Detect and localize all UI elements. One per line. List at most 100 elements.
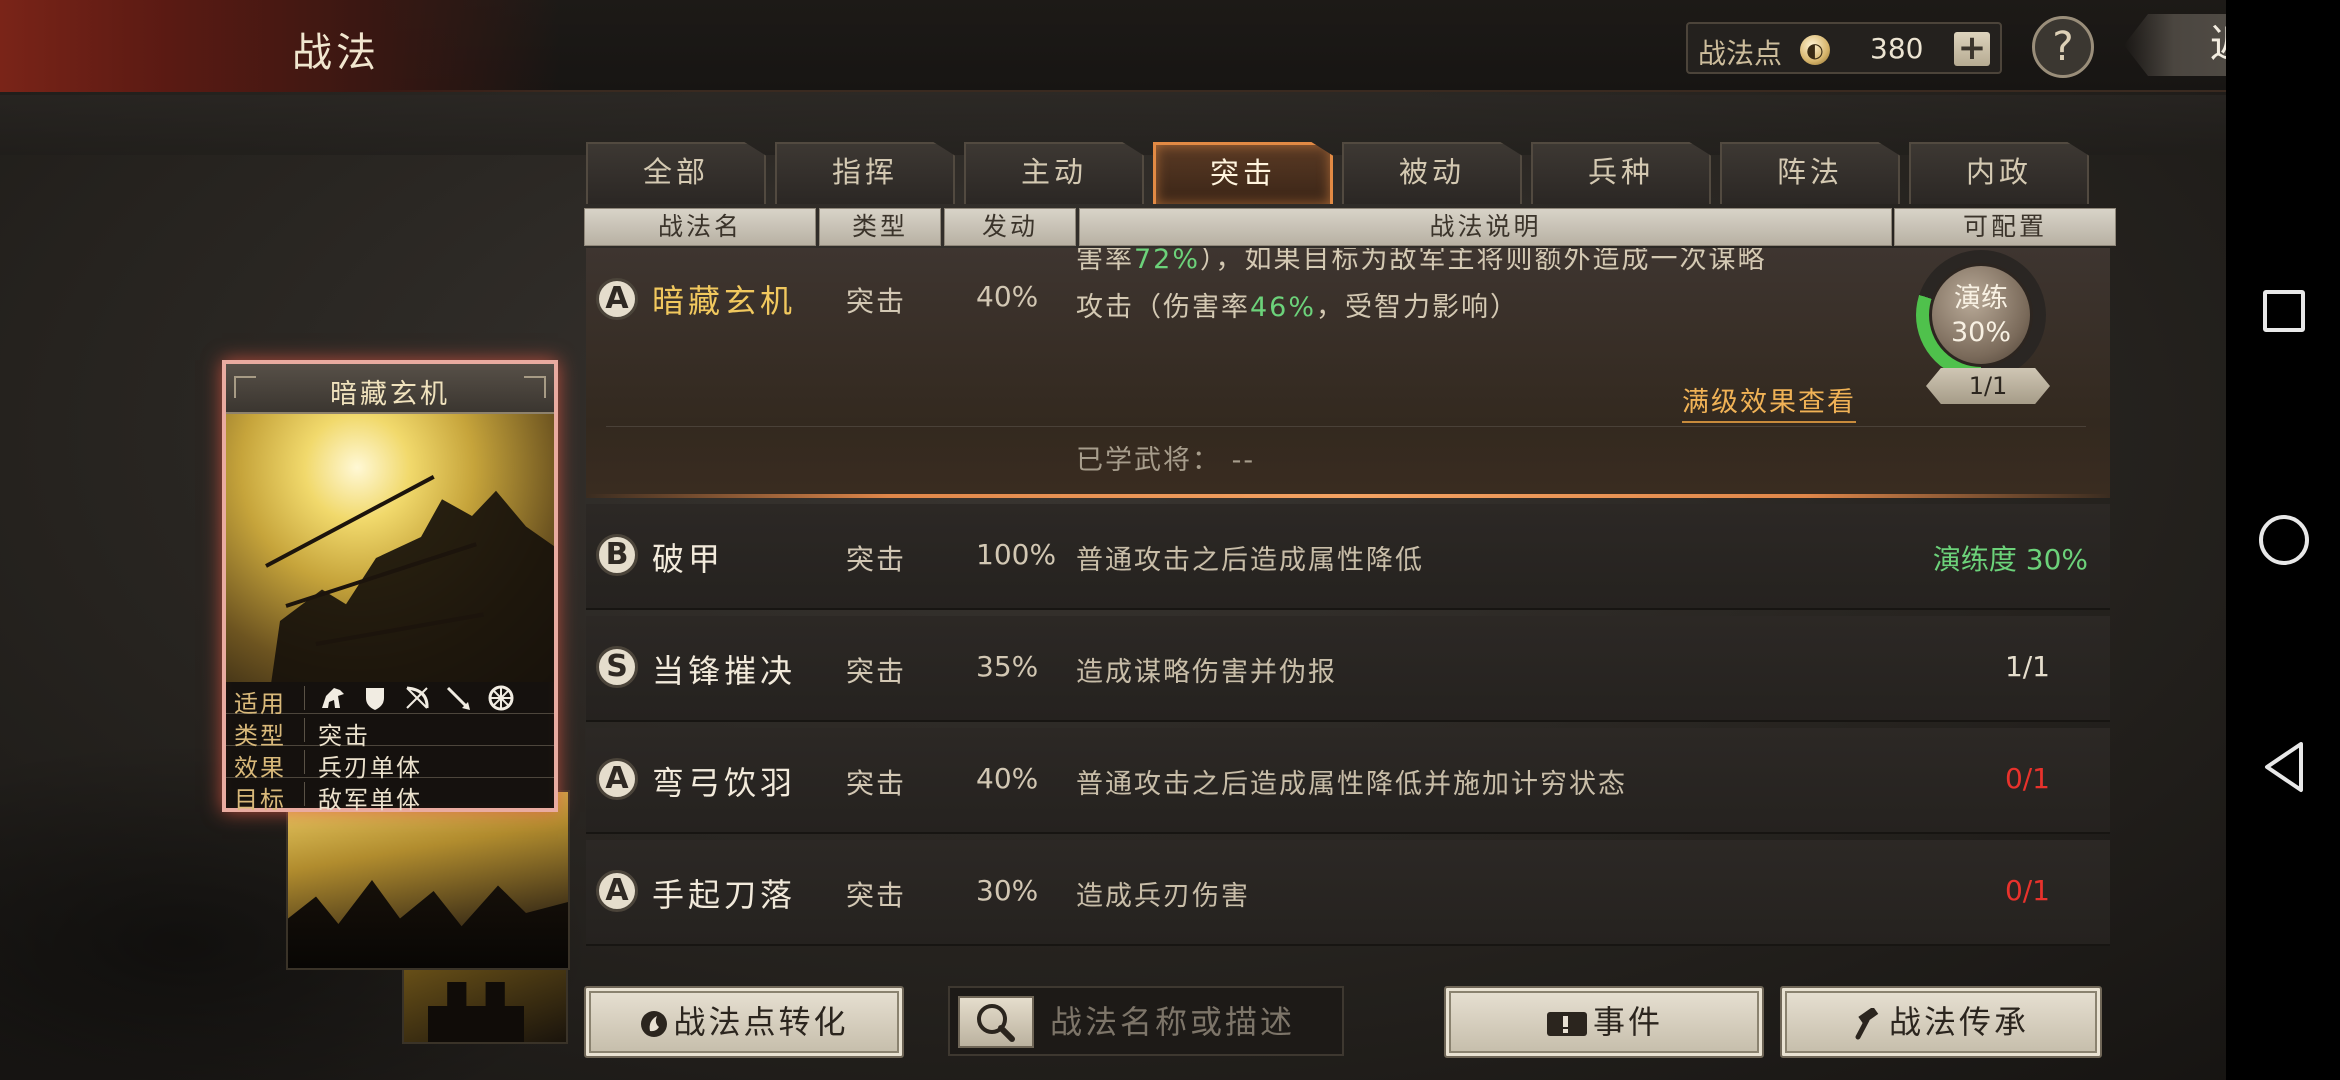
skill-description: 造成谋略伤害并伪报 xyxy=(1076,657,1337,688)
config-count: 1/1 xyxy=(1926,368,2050,404)
skill-type: 突击 xyxy=(846,655,907,688)
description-text: ），如果目标为敌军主将则额外造成一次谋略 xyxy=(1200,248,1767,275)
tactic-points-display: 战法点 ◐ 380 + xyxy=(1686,22,2002,74)
damage-rate-value: 46% xyxy=(1250,292,1317,323)
skill-description: 普通攻击之后造成属性降低 xyxy=(1076,545,1424,576)
stat-row-effect: 效果 兵刃单体 xyxy=(226,746,554,782)
skill-name: 手起刀落 xyxy=(652,876,797,914)
train-label: 演练 xyxy=(1954,283,2008,314)
search-box xyxy=(948,986,1344,1056)
skill-config-status: 0/1 xyxy=(2004,762,2050,795)
stacked-card-middle xyxy=(286,790,570,970)
tactic-points-value: 380 xyxy=(1870,32,1924,65)
convert-points-button[interactable]: 战法点转化 xyxy=(584,986,904,1058)
stat-key: 目标 xyxy=(234,786,286,814)
card-skill-name: 暗藏玄机 xyxy=(330,379,450,410)
column-header-name[interactable]: 战法名 xyxy=(584,208,816,246)
skill-name: 弯弓饮羽 xyxy=(652,764,797,802)
learned-label: 已学武将： xyxy=(1076,445,1221,476)
train-button[interactable]: 演练 30% xyxy=(1929,263,2033,367)
stat-value: 敌军单体 xyxy=(318,786,422,814)
add-points-button[interactable]: + xyxy=(1954,31,1990,66)
home-icon[interactable] xyxy=(2259,515,2309,565)
skill-config-status: 1/1 xyxy=(2004,650,2050,683)
card-stats: 适用 类型 突击 效果 兵刃单体 目标 敌军单体 xyxy=(226,682,554,814)
tactic-points-label: 战法点 xyxy=(1698,37,1783,70)
skill-name: 破甲 xyxy=(652,540,725,578)
tab-active[interactable]: 主动 xyxy=(964,142,1144,204)
search-input[interactable] xyxy=(1050,998,1330,1046)
skill-row[interactable]: A 弯弓饮羽 突击 40% 普通攻击之后造成属性降低并施加计穷状态 0/1 xyxy=(586,728,2110,834)
skill-type: 突击 xyxy=(846,285,907,318)
skill-name: 暗藏玄机 xyxy=(652,282,797,320)
learned-value: -- xyxy=(1231,445,1256,476)
train-percent: 30% xyxy=(1950,317,2011,348)
card-corner-ornament xyxy=(524,376,546,398)
top-bar: 战法 战法点 ◐ 380 + ? 返回 xyxy=(0,0,2324,92)
skill-name: 当锋摧决 xyxy=(652,652,797,690)
skill-trigger-rate: 40% xyxy=(976,762,1039,795)
skill-description: 普通攻击之后造成属性降低并施加计穷状态 xyxy=(1076,769,1627,800)
events-button[interactable]: 事件 xyxy=(1444,986,1764,1058)
row-divider xyxy=(606,426,2086,427)
skill-config-status: 演练度 30% xyxy=(1932,543,2088,576)
grade-badge: A xyxy=(596,278,638,320)
learned-generals: 已学武将： -- xyxy=(1076,438,1255,477)
skill-row[interactable]: B 破甲 突击 100% 普通攻击之后造成属性降低 演练度 30% xyxy=(586,504,2110,610)
system-nav-bar xyxy=(2226,0,2340,1080)
column-header-trigger[interactable]: 发动 xyxy=(944,208,1076,246)
skill-type: 突击 xyxy=(846,879,907,912)
skill-type: 突击 xyxy=(846,767,907,800)
tab-troop-type[interactable]: 兵种 xyxy=(1531,142,1711,204)
search-button[interactable] xyxy=(958,996,1034,1048)
stat-row-type: 类型 突击 xyxy=(226,714,554,750)
tab-formation[interactable]: 阵法 xyxy=(1720,142,1900,204)
skill-config-status: 0/1 xyxy=(2004,874,2050,907)
tactic-point-coin-icon: ◐ xyxy=(1800,35,1830,65)
search-icon xyxy=(977,1004,1015,1042)
convert-points-label: 战法点转化 xyxy=(673,1003,849,1041)
recents-icon[interactable] xyxy=(2263,290,2305,332)
skill-type: 突击 xyxy=(846,543,907,576)
stat-row-target: 目标 敌军单体 xyxy=(226,778,554,814)
title-banner xyxy=(0,0,560,92)
wheel-icon xyxy=(488,685,514,711)
events-label: 事件 xyxy=(1592,1003,1663,1041)
card-name-bar: 暗藏玄机 xyxy=(226,364,554,414)
tab-command[interactable]: 指挥 xyxy=(775,142,955,204)
skill-inheritance-button[interactable]: 战法传承 xyxy=(1780,986,2102,1058)
tab-all[interactable]: 全部 xyxy=(586,142,766,204)
description-text: 害率 xyxy=(1076,248,1134,275)
tab-passive[interactable]: 被动 xyxy=(1342,142,1522,204)
page-title: 战法 xyxy=(292,30,380,76)
grade-badge: S xyxy=(596,646,638,688)
stat-separator xyxy=(304,750,305,774)
tab-assault[interactable]: 突击 xyxy=(1153,142,1333,204)
column-header-description: 战法说明 xyxy=(1079,208,1892,246)
description-line: 害率72%），如果目标为敌军主将则额外造成一次谋略 xyxy=(1076,248,1776,284)
column-header-configurable[interactable]: 可配置 xyxy=(1894,208,2116,246)
description-text: ，受智力影响） xyxy=(1316,292,1520,323)
skill-row-expanded[interactable]: A 暗藏玄机 突击 40% 害率72%），如果目标为敌军主将则额外造成一次谋略 … xyxy=(586,248,2110,498)
skill-description: 害率72%），如果目标为敌军主将则额外造成一次谋略 攻击（伤害率46%，受智力影… xyxy=(1076,248,1776,332)
tactic-point-icon xyxy=(641,1011,668,1037)
column-header-type[interactable]: 类型 xyxy=(819,208,941,246)
back-triangle-icon[interactable] xyxy=(2261,740,2307,794)
skill-row[interactable]: A 手起刀落 突击 30% 造成兵刃伤害 0/1 xyxy=(586,840,2110,946)
shield-icon xyxy=(366,688,384,710)
event-scroll-icon xyxy=(1546,1012,1587,1036)
cavalry-icon xyxy=(322,688,344,708)
selected-skill-card[interactable]: 暗藏玄机 适用 类型 突击 效果 兵刃单体 目标 敌军单体 xyxy=(222,360,558,814)
help-button[interactable]: ? xyxy=(2032,16,2094,78)
tab-internal-affairs[interactable]: 内政 xyxy=(1909,142,2089,204)
description-line: 攻击（伤害率46%，受智力影响） xyxy=(1076,284,1776,332)
skill-description: 造成兵刃伤害 xyxy=(1076,881,1250,912)
skill-trigger-rate: 35% xyxy=(976,650,1039,683)
grade-badge: B xyxy=(596,534,638,576)
stat-separator xyxy=(304,686,305,710)
skill-trigger-rate: 100% xyxy=(976,538,1057,571)
skill-row[interactable]: S 当锋摧决 突击 35% 造成谋略伤害并伪报 1/1 xyxy=(586,616,2110,722)
skill-trigger-rate: 40% xyxy=(976,280,1039,313)
grade-badge: A xyxy=(596,870,638,912)
max-level-effect-link[interactable]: 满级效果查看 xyxy=(1682,380,1856,423)
